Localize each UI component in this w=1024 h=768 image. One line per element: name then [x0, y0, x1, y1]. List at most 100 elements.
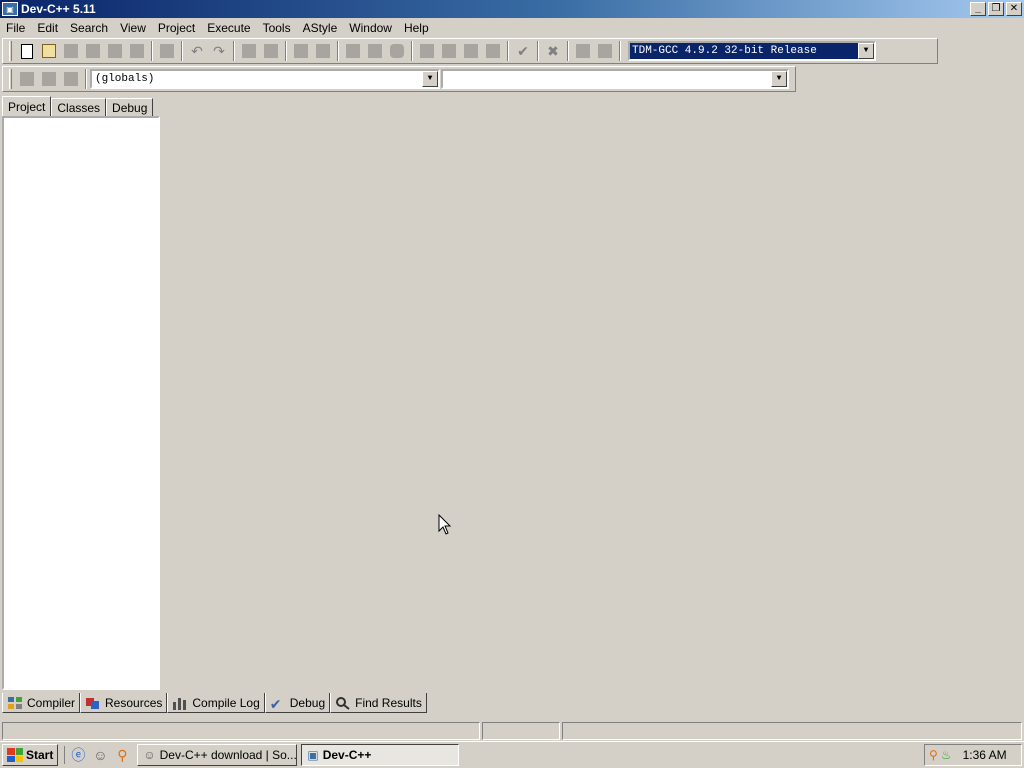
toolbar-grip[interactable] — [9, 69, 12, 89]
menu-astyle[interactable]: AStyle — [297, 21, 344, 35]
devcpp-app-icon[interactable]: ▣ — [2, 2, 18, 16]
open-file-icon[interactable] — [39, 41, 59, 61]
new-file-icon[interactable] — [17, 41, 37, 61]
toolbar-separator — [411, 41, 413, 61]
menu-tools[interactable]: Tools — [257, 21, 297, 35]
compile-icon[interactable] — [417, 41, 437, 61]
mouse-cursor-icon — [438, 514, 452, 535]
compiler-select[interactable]: TDM-GCC 4.9.2 32-bit Release ▼ — [628, 41, 876, 61]
menu-view[interactable]: View — [114, 21, 152, 35]
chevron-down-icon[interactable]: ▼ — [422, 71, 438, 87]
project-tree-panel[interactable] — [2, 116, 160, 690]
task-devcpp[interactable]: ▣ Dev-C++ — [301, 744, 460, 766]
project-options-icon[interactable] — [387, 41, 407, 61]
find-icon[interactable] — [239, 41, 259, 61]
stop-execution-icon[interactable]: ✖ — [543, 41, 563, 61]
menu-window[interactable]: Window — [343, 21, 398, 35]
toggle-bookmark-icon[interactable] — [39, 69, 59, 89]
toolbar-separator — [337, 41, 339, 61]
insert-icon[interactable] — [17, 69, 37, 89]
scope-combo-value: (globals) — [95, 73, 155, 85]
task-browser[interactable]: ☺ Dev-C++ download | So... — [137, 744, 298, 766]
compiler-select-value: TDM-GCC 4.9.2 32-bit Release — [632, 45, 817, 57]
syntax-check-icon[interactable]: ✔ — [513, 41, 533, 61]
ie-icon[interactable]: ⓔ — [69, 746, 87, 764]
scope-combo[interactable]: (globals) ▼ — [90, 69, 440, 89]
save-all-icon[interactable] — [83, 41, 103, 61]
redo-icon[interactable]: ↷ — [209, 41, 229, 61]
add-to-project-icon[interactable] — [365, 41, 385, 61]
close-button[interactable]: ✕ — [1006, 2, 1022, 16]
member-combo[interactable]: ▼ — [441, 69, 789, 89]
tray-network-icon[interactable]: ♨ — [941, 748, 952, 762]
print-icon[interactable] — [157, 41, 177, 61]
class-browser-toolbar: (globals) ▼ ▼ — [2, 66, 796, 92]
search-icon[interactable]: ⚲ — [113, 746, 131, 764]
compile-run-icon[interactable] — [461, 41, 481, 61]
magnifier-icon — [335, 696, 351, 710]
tab-compile-log-label: Compile Log — [192, 695, 260, 710]
toolbar-separator — [233, 41, 235, 61]
tab-classes[interactable]: Classes — [51, 98, 107, 116]
replace-icon[interactable] — [261, 41, 281, 61]
taskbar: Start ⓔ ☺ ⚲ ☺ Dev-C++ download | So... ▣… — [0, 741, 1024, 768]
new-project-icon[interactable] — [343, 41, 363, 61]
tab-compile-log[interactable]: Compile Log — [167, 693, 265, 713]
status-bar — [0, 721, 1024, 741]
task-browser-label: Dev-C++ download | So... — [159, 748, 297, 762]
tab-find-results[interactable]: Find Results — [330, 693, 427, 713]
window-title: Dev-C++ 5.11 — [21, 2, 96, 16]
tab-resources[interactable]: Resources — [80, 693, 168, 713]
save-icon[interactable] — [61, 41, 81, 61]
delete-profile-icon[interactable] — [595, 41, 615, 61]
toolbar-separator — [181, 41, 183, 61]
clock[interactable]: 1:36 AM — [963, 748, 1007, 762]
tab-resources-label: Resources — [105, 695, 163, 710]
quick-launch: ⓔ ☺ ⚲ — [64, 746, 131, 764]
tab-compiler[interactable]: Compiler — [2, 693, 81, 713]
profile-icon[interactable] — [573, 41, 593, 61]
toolbar-grip[interactable] — [9, 41, 12, 61]
resources-icon — [85, 696, 101, 710]
start-label: Start — [26, 748, 54, 762]
window-controls: _ ❐ ✕ — [970, 2, 1022, 16]
goto-bookmark-icon[interactable] — [61, 69, 81, 89]
tab-debug[interactable]: Debug — [106, 98, 154, 116]
title-bar: ▣ Dev-C++ 5.11 _ ❐ ✕ — [0, 0, 1024, 18]
goto-line-icon[interactable] — [313, 41, 333, 61]
menu-help[interactable]: Help — [398, 21, 435, 35]
close-file-icon[interactable] — [105, 41, 125, 61]
bottom-panel-tabs: Compiler Resources Compile Log ✔ Debug F… — [2, 693, 427, 713]
tab-find-results-label: Find Results — [355, 695, 422, 710]
task-devcpp-label: Dev-C++ — [322, 748, 372, 762]
menu-file[interactable]: File — [0, 21, 31, 35]
menu-project[interactable]: Project — [152, 21, 201, 35]
check-icon: ✔ — [269, 695, 282, 712]
firefox-icon[interactable]: ☺ — [91, 746, 109, 764]
menu-execute[interactable]: Execute — [201, 21, 256, 35]
tab-debug-output[interactable]: ✔ Debug — [264, 693, 331, 713]
menu-bar: File Edit Search View Project Execute To… — [0, 19, 1024, 37]
minimize-button[interactable]: _ — [970, 2, 986, 16]
status-cell-position — [2, 722, 480, 740]
tab-debug-label: Debug — [289, 695, 326, 710]
close-all-icon[interactable] — [127, 41, 147, 61]
toolbar-separator — [619, 41, 621, 61]
start-button[interactable]: Start — [2, 744, 59, 766]
menu-search[interactable]: Search — [64, 21, 114, 35]
status-cell-info — [562, 722, 1022, 740]
rebuild-all-icon[interactable] — [483, 41, 503, 61]
chevron-down-icon[interactable]: ▼ — [771, 71, 787, 87]
editor-area[interactable] — [162, 96, 1024, 690]
menu-edit[interactable]: Edit — [31, 21, 64, 35]
system-tray: ⚲ ♨ 1:36 AM — [924, 744, 1022, 766]
devcpp-task-icon: ▣ — [307, 748, 319, 762]
tab-project[interactable]: Project — [2, 96, 52, 116]
tray-search-icon[interactable]: ⚲ — [929, 748, 938, 762]
chevron-down-icon[interactable]: ▼ — [858, 43, 874, 59]
undo-icon[interactable]: ↶ — [187, 41, 207, 61]
main-toolbar: ↶ ↷ ✔ ✖ TDM-GCC 4.9.2 32-bit Release ▼ — [2, 38, 938, 64]
find-next-icon[interactable] — [291, 41, 311, 61]
run-icon[interactable] — [439, 41, 459, 61]
maximize-button[interactable]: ❐ — [988, 2, 1004, 16]
